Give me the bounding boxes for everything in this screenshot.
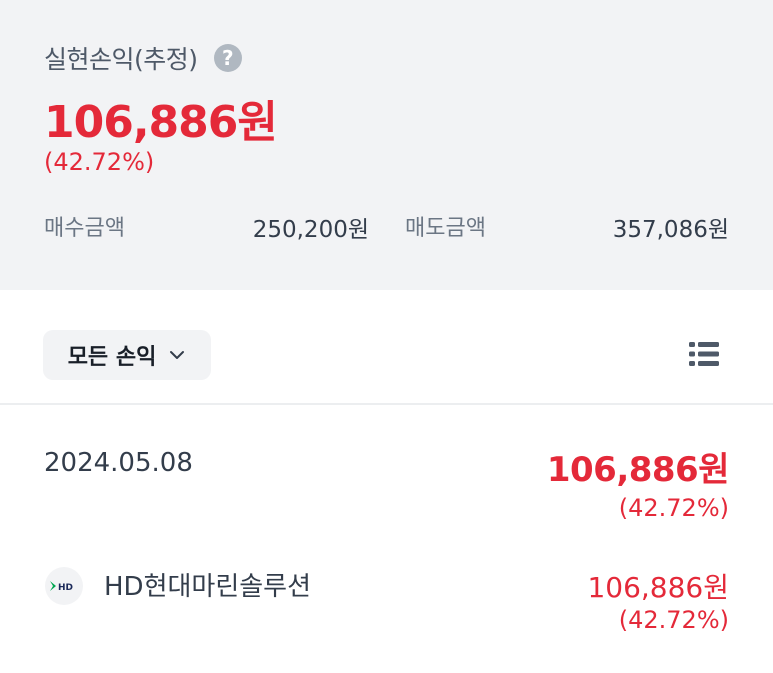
filter-dropdown[interactable]: 모든 손익 (43, 330, 211, 380)
list-view-icon[interactable] (686, 336, 722, 372)
realized-pl-summary: 실현손익(추정) ? 106,886원 (42.72%) 매수금액 250,20… (0, 0, 773, 290)
summary-rate: (42.72%) (44, 148, 155, 176)
summary-amount: 106,886원 (44, 97, 278, 148)
stock-pl-amount: 106,886원 (587, 571, 729, 604)
sell-amount-value: 357,086원 (612, 217, 729, 243)
stock-logo-text: HD (58, 583, 73, 593)
daily-pl-rate: (42.72%) (618, 494, 729, 522)
buy-amount-label: 매수금액 (44, 216, 125, 241)
stock-name: HD현대마린솔루션 (104, 572, 312, 602)
section-divider (0, 403, 773, 405)
stock-pl-rate: (42.72%) (618, 606, 729, 634)
daily-pl-amount: 106,886원 (546, 450, 730, 490)
chevron-down-icon (170, 351, 185, 359)
buy-amount-value: 250,200원 (252, 217, 369, 243)
question-icon[interactable]: ? (213, 44, 242, 72)
summary-title: 실현손익(추정) (44, 45, 198, 74)
stock-logo: HD (45, 567, 83, 605)
record-date: 2024.05.08 (44, 448, 193, 478)
filter-label: 모든 손익 (67, 345, 157, 370)
hd-logo-icon: HD (50, 581, 73, 593)
sell-amount-label: 매도금액 (405, 216, 486, 241)
summary-title-row: 실현손익(추정) ? (44, 40, 242, 76)
